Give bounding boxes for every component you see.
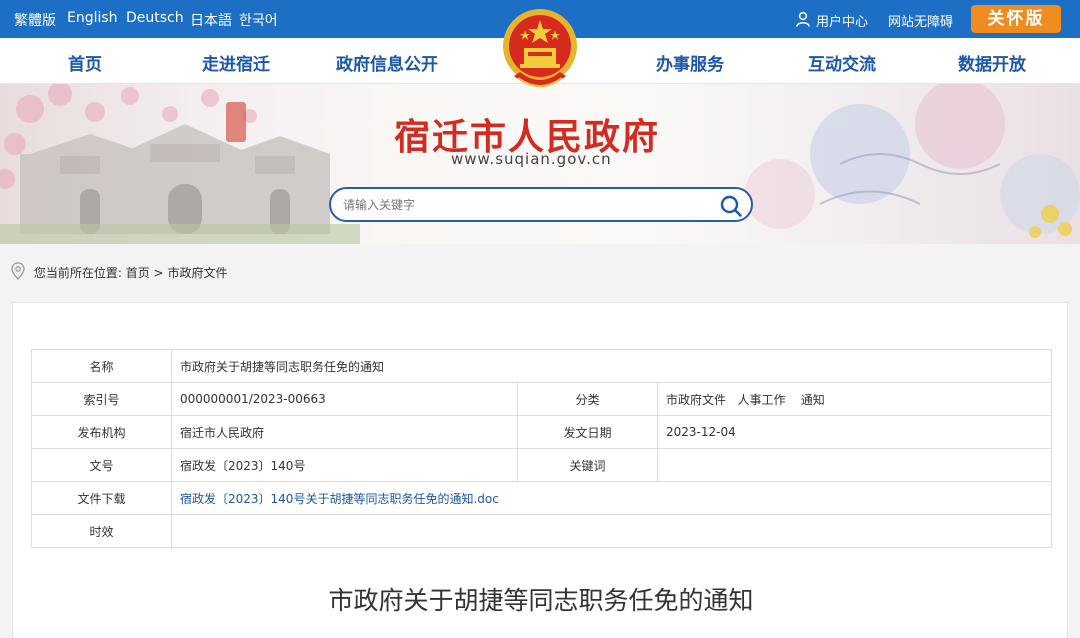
content-panel: 名称 市政府关于胡捷等同志职务任免的通知 索引号 000000001/2023-… [12,302,1068,638]
lang-english-link[interactable]: English [67,10,118,26]
table-row: 发布机构 宿迁市人民政府 发文日期 2023-12-04 [31,415,1052,449]
lang-japanese-link[interactable]: 日本語 [190,10,232,30]
index-value: 000000001/2023-00663 [171,382,518,416]
search-input[interactable] [343,195,703,215]
breadcrumb-prefix: 您当前所在位置: [33,266,122,280]
validity-value [171,514,1052,548]
table-row: 索引号 000000001/2023-00663 分类 市政府文件 人事工作 通… [31,382,1052,416]
article-title: 市政府关于胡捷等同志职务任免的通知 [328,586,754,615]
nav-item-about[interactable]: 走进宿迁 [202,50,270,75]
location-icon [10,262,30,283]
nav-item-services[interactable]: 办事服务 [656,50,724,75]
search-bar [329,187,753,222]
validity-label: 时效 [31,514,172,548]
search-icon[interactable] [719,194,743,218]
name-label: 名称 [31,349,172,383]
nav-item-gov-info[interactable]: 政府信息公开 [336,50,438,75]
table-row: 名称 市政府关于胡捷等同志职务任免的通知 [31,349,1052,383]
category-value: 市政府文件 人事工作 通知 [657,382,1052,416]
nav-item-interaction[interactable]: 互动交流 [808,50,876,75]
date-label: 发文日期 [517,415,658,449]
table-row: 文号 宿政发〔2023〕140号 关键词 [31,448,1052,482]
keywords-label: 关键词 [517,448,658,482]
lang-deutsch-link[interactable]: Deutsch [126,10,184,26]
issuer-label: 发布机构 [31,415,172,449]
table-row: 时效 [31,514,1052,548]
doc-download-link[interactable]: 宿政发〔2023〕140号关于胡捷等同志职务任免的通知.doc [180,492,499,506]
breadcrumb-home-link[interactable]: 首页 [126,264,150,281]
care-mode-button[interactable]: 关怀版 [971,5,1061,33]
breadcrumb-current-link[interactable]: 市政府文件 [167,264,227,281]
lang-traditional-link[interactable]: 繁體版 [14,10,56,30]
date-value: 2023-12-04 [657,415,1052,449]
download-label: 文件下载 [31,481,172,515]
header-banner: 宿迁市人民政府 www.suqian.gov.cn [0,84,1080,244]
breadcrumb: 您当前所在位置: 首页 > 市政府文件 [10,262,227,282]
nav-item-open-data[interactable]: 数据开放 [958,50,1026,75]
table-row: 文件下载 宿政发〔2023〕140号关于胡捷等同志职务任免的通知.doc [31,481,1052,515]
download-cell: 宿政发〔2023〕140号关于胡捷等同志职务任免的通知.doc [171,481,1052,515]
accessibility-link[interactable]: 网站无障碍 [888,11,953,30]
user-icon[interactable] [795,11,811,27]
breadcrumb-separator: > [153,265,164,280]
lang-korean-link[interactable]: 한국어 [239,10,278,30]
document-meta-table: 名称 市政府关于胡捷等同志职务任免的通知 索引号 000000001/2023-… [31,349,1052,548]
user-center-link[interactable]: 用户中心 [816,11,868,30]
nav-item-home[interactable]: 首页 [68,50,102,75]
category-label: 分类 [517,382,658,416]
national-emblem-icon [503,9,577,87]
issuer-value: 宿迁市人民政府 [171,415,518,449]
doc-number-label: 文号 [31,448,172,482]
name-value: 市政府关于胡捷等同志职务任免的通知 [171,349,1052,383]
keywords-value [657,448,1052,482]
index-label: 索引号 [31,382,172,416]
site-url: www.suqian.gov.cn [451,150,612,168]
doc-number-value: 宿政发〔2023〕140号 [171,448,518,482]
